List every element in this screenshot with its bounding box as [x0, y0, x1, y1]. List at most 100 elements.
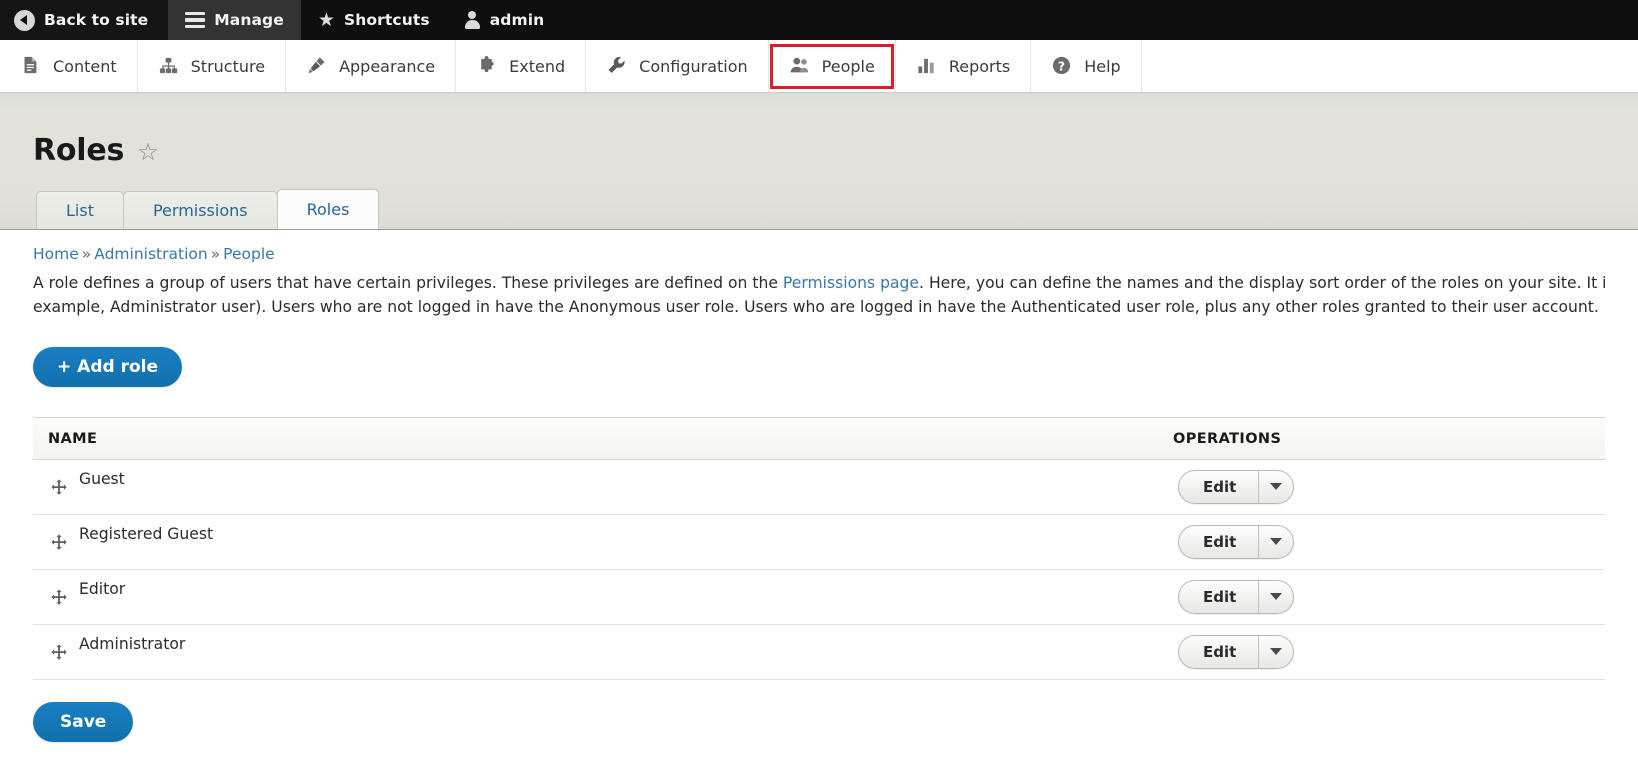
page-tabs: List Permissions Roles [0, 189, 1638, 229]
role-operations-cell: Edit [1173, 514, 1605, 569]
menu-item-appearance[interactable]: Appearance [286, 40, 456, 92]
people-icon [789, 55, 811, 77]
table-row: Guest Edit [33, 459, 1605, 514]
paintbrush-icon [306, 55, 328, 77]
roles-table-header-row: NAME OPERATIONS [33, 417, 1605, 459]
operations-toggle-button[interactable] [1259, 526, 1293, 558]
manage-label: Manage [214, 11, 284, 29]
menu-item-help[interactable]: ? Help [1031, 40, 1141, 92]
intro-text-line2: example, Administrator user). Users who … [33, 296, 1605, 320]
breadcrumb-separator-2: » [208, 245, 223, 263]
save-button[interactable]: Save [33, 702, 133, 742]
menu-item-people-label: People [822, 57, 875, 76]
role-name-cell: Registered Guest [33, 514, 1173, 569]
admin-toolbar: Back to site Manage ★ Shortcuts admin [0, 0, 1638, 40]
bar-chart-icon [916, 55, 938, 77]
table-row: Registered Guest Edit [33, 514, 1605, 569]
tab-permissions[interactable]: Permissions [123, 191, 278, 229]
chevron-down-icon [1270, 538, 1282, 545]
breadcrumb-home[interactable]: Home [33, 245, 79, 263]
menu-item-help-label: Help [1084, 57, 1120, 76]
breadcrumb-separator-1: » [79, 245, 94, 263]
menu-item-configuration[interactable]: Configuration [586, 40, 769, 92]
drag-handle-icon[interactable] [49, 588, 69, 608]
edit-button[interactable]: Edit [1179, 526, 1259, 558]
star-icon: ★ [318, 11, 335, 30]
column-header-operations: OPERATIONS [1173, 417, 1605, 459]
user-icon [464, 11, 481, 30]
admin-user-button[interactable]: admin [447, 0, 562, 40]
role-name-cell: Administrator [33, 624, 1173, 679]
hamburger-icon [185, 12, 205, 28]
svg-text:?: ? [1058, 58, 1065, 73]
permissions-page-link[interactable]: Permissions page [783, 274, 919, 292]
chevron-down-icon [1270, 593, 1282, 600]
add-role-button[interactable]: + Add role [33, 347, 182, 387]
drag-handle-icon[interactable] [49, 643, 69, 663]
roles-table-head: NAME OPERATIONS [33, 417, 1605, 459]
intro-description: A role defines a group of users that hav… [33, 272, 1605, 320]
back-to-site-button[interactable]: Back to site [0, 0, 168, 40]
tab-roles[interactable]: Roles [277, 189, 380, 229]
tab-list[interactable]: List [36, 191, 124, 229]
shortcuts-label: Shortcuts [344, 11, 430, 29]
breadcrumb-people[interactable]: People [223, 245, 275, 263]
menu-item-configuration-label: Configuration [639, 57, 748, 76]
intro-text-part2: . Here, you can define the names and the… [919, 274, 1605, 292]
role-name-label: Registered Guest [79, 525, 213, 543]
menu-item-structure[interactable]: Structure [138, 40, 286, 92]
menu-item-extend[interactable]: Extend [456, 40, 586, 92]
manage-button[interactable]: Manage [168, 0, 301, 40]
operations-dropbutton: Edit [1178, 470, 1294, 504]
menu-item-extend-label: Extend [509, 57, 565, 76]
table-row: Administrator Edit [33, 624, 1605, 679]
bookmark-star-icon[interactable]: ☆ [137, 140, 159, 164]
operations-dropbutton: Edit [1178, 525, 1294, 559]
role-name-cell: Editor [33, 569, 1173, 624]
operations-dropbutton: Edit [1178, 580, 1294, 614]
save-container: Save [33, 702, 1605, 742]
menu-item-reports-label: Reports [949, 57, 1010, 76]
edit-button[interactable]: Edit [1179, 636, 1259, 668]
operations-toggle-button[interactable] [1259, 636, 1293, 668]
role-operations-cell: Edit [1173, 569, 1605, 624]
operations-toggle-button[interactable] [1259, 581, 1293, 613]
drag-handle-icon[interactable] [49, 478, 69, 498]
sitemap-icon [158, 55, 180, 77]
role-name-label: Administrator [79, 635, 185, 653]
operations-toggle-button[interactable] [1259, 471, 1293, 503]
menu-item-content-label: Content [53, 57, 117, 76]
role-name-label: Editor [79, 580, 125, 598]
column-header-name: NAME [33, 417, 1173, 459]
wrench-icon [606, 55, 628, 77]
add-role-container: + Add role [33, 347, 1605, 387]
chevron-down-icon [1270, 648, 1282, 655]
edit-button[interactable]: Edit [1179, 471, 1259, 503]
intro-text-part1: A role defines a group of users that hav… [33, 274, 783, 292]
menu-item-content[interactable]: Content [0, 40, 138, 92]
admin-user-label: admin [490, 11, 545, 29]
chevron-down-icon [1270, 483, 1282, 490]
breadcrumb-administration[interactable]: Administration [94, 245, 207, 263]
drag-handle-icon[interactable] [49, 533, 69, 553]
question-mark-icon: ? [1051, 55, 1073, 77]
page-title-row: Roles ☆ [0, 93, 1638, 179]
puzzle-piece-icon [476, 55, 498, 77]
shortcuts-button[interactable]: ★ Shortcuts [301, 0, 447, 40]
admin-menu-bar: Content Structure Appearance Extend Conf… [0, 40, 1638, 93]
page-header: Roles ☆ List Permissions Roles [0, 93, 1638, 230]
breadcrumb: Home»Administration»People [33, 230, 1605, 263]
menu-item-structure-label: Structure [191, 57, 265, 76]
role-operations-cell: Edit [1173, 459, 1605, 514]
menu-item-appearance-label: Appearance [339, 57, 435, 76]
main-content: Home»Administration»People A role define… [0, 230, 1638, 742]
role-name-cell: Guest [33, 459, 1173, 514]
operations-dropbutton: Edit [1178, 635, 1294, 669]
roles-table: NAME OPERATIONS Guest Edit [33, 417, 1605, 680]
edit-button[interactable]: Edit [1179, 581, 1259, 613]
menu-item-reports[interactable]: Reports [896, 40, 1031, 92]
menu-item-people[interactable]: People [769, 40, 896, 92]
role-operations-cell: Edit [1173, 624, 1605, 679]
page-title: Roles [33, 136, 124, 166]
document-icon [20, 55, 42, 77]
